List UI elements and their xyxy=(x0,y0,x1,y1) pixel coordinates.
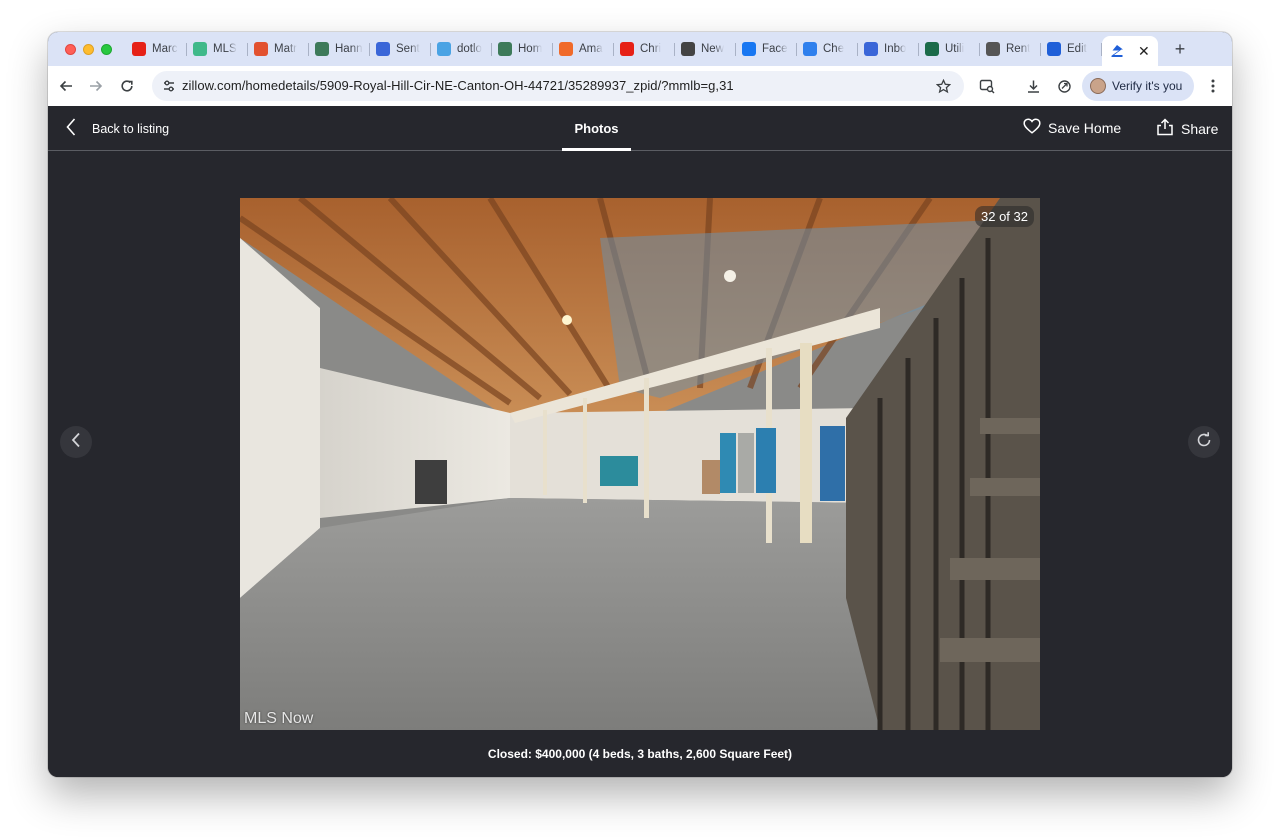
zillow-icon xyxy=(1047,42,1061,56)
tab-active-zillow[interactable]: ✕ xyxy=(1102,36,1158,66)
share-label: Share xyxy=(1181,120,1219,137)
share-button[interactable]: Share xyxy=(1156,118,1218,139)
address-bar[interactable]: zillow.com/homedetails/5909-Royal-Hill-C… xyxy=(152,71,964,101)
photo-viewer: 32 of 32 MLS Now Closed: $400,000 (4 bed… xyxy=(48,152,1232,777)
tab-label: Sent xyxy=(396,43,420,55)
tab-chri[interactable]: Chri xyxy=(614,32,675,66)
rent-icon xyxy=(986,42,1000,56)
tab-label: Hom xyxy=(518,43,543,55)
tab-label: Utili xyxy=(945,43,965,55)
tab-strip: Marc MLS Matr Hann Sent dotlo Hom Ama Chri New Fac… xyxy=(48,32,1232,66)
tab-label: Matr xyxy=(274,43,297,55)
more-menu-icon[interactable] xyxy=(1201,74,1225,98)
avatar xyxy=(1090,78,1106,94)
tab-photos[interactable]: Photos xyxy=(562,106,631,151)
tab-che[interactable]: Che xyxy=(797,32,858,66)
browser-window: Marc MLS Matr Hann Sent dotlo Hom Ama Chri New Fac… xyxy=(48,32,1232,777)
chrome-icon xyxy=(681,42,695,56)
mls-watermark: MLS Now xyxy=(244,710,314,727)
facebook-icon xyxy=(742,42,756,56)
back-to-listing-button[interactable]: Back to listing xyxy=(66,118,169,139)
verify-label: Verify it's you xyxy=(1112,79,1183,93)
tab-hom[interactable]: Hom xyxy=(492,32,553,66)
site-info-icon[interactable] xyxy=(160,77,178,95)
tab-label: Che xyxy=(823,43,845,55)
close-tab-icon[interactable]: ✕ xyxy=(1138,43,1150,60)
heart-icon xyxy=(1023,118,1041,137)
bookmark-star-icon[interactable] xyxy=(934,77,952,95)
tab-label: New xyxy=(701,43,725,55)
maximize-window-button[interactable] xyxy=(101,44,112,55)
tab-rent[interactable]: Rent xyxy=(980,32,1041,66)
tab-sent[interactable]: Sent xyxy=(370,32,431,66)
tab-label: Inbo xyxy=(884,43,907,55)
listing-photo: 32 of 32 MLS Now xyxy=(240,198,1040,730)
tab-label: Ama xyxy=(579,43,603,55)
save-home-button[interactable]: Save Home xyxy=(1023,118,1121,137)
tab-marc[interactable]: Marc xyxy=(126,32,187,66)
share-icon xyxy=(1156,118,1174,139)
replay-icon xyxy=(1195,431,1213,454)
youtube-icon xyxy=(132,42,146,56)
listing-caption: Closed: $400,000 (4 beds, 3 baths, 2,600… xyxy=(487,747,793,761)
save-home-label: Save Home xyxy=(1048,119,1122,136)
sent-icon xyxy=(376,42,390,56)
tab-label: dotlo xyxy=(457,43,482,55)
previous-photo-button[interactable] xyxy=(60,426,92,458)
close-window-button[interactable] xyxy=(65,44,76,55)
hanna-icon xyxy=(315,42,329,56)
tab-label: Rent xyxy=(1006,43,1031,55)
new-tab-button[interactable]: + xyxy=(1170,39,1190,60)
reload-icon[interactable] xyxy=(115,74,139,98)
dotloop-icon xyxy=(437,42,451,56)
tab-label: Edit xyxy=(1067,43,1087,55)
url-text: zillow.com/homedetails/5909-Royal-Hill-C… xyxy=(182,78,734,93)
tab-label: Marc xyxy=(152,43,178,55)
tab-hann[interactable]: Hann xyxy=(309,32,370,66)
docs-icon xyxy=(803,42,817,56)
utility-icon xyxy=(925,42,939,56)
back-to-listing-label: Back to listing xyxy=(92,121,170,136)
tab-matr[interactable]: Matr xyxy=(248,32,309,66)
tab-edit[interactable]: Edit xyxy=(1041,32,1102,66)
verify-profile-button[interactable]: Verify it's you xyxy=(1082,71,1194,101)
forward-arrow-icon[interactable] xyxy=(84,74,108,98)
chevron-left-icon xyxy=(71,432,81,453)
tab-label: Hann xyxy=(335,43,363,55)
tab-utili[interactable]: Utili xyxy=(919,32,980,66)
hom-icon xyxy=(498,42,512,56)
google-lens-icon[interactable] xyxy=(975,74,999,98)
replay-photos-button[interactable] xyxy=(1188,426,1220,458)
tab-new[interactable]: New xyxy=(675,32,736,66)
browser-toolbar: zillow.com/homedetails/5909-Royal-Hill-C… xyxy=(48,66,1232,106)
tab-inbo[interactable]: Inbo xyxy=(858,32,919,66)
inbox-icon xyxy=(864,42,878,56)
zillow-icon xyxy=(1110,44,1124,58)
tab-ama[interactable]: Ama xyxy=(553,32,614,66)
tab-label: Face xyxy=(762,43,788,55)
minimize-window-button[interactable] xyxy=(83,44,94,55)
extensions-icon[interactable] xyxy=(1052,74,1076,98)
matrix-icon xyxy=(254,42,268,56)
photo-counter: 32 of 32 xyxy=(975,206,1034,227)
amazon-icon xyxy=(559,42,573,56)
chevron-left-icon xyxy=(66,118,76,139)
photo-viewer-header: Back to listing Photos Save Home Share xyxy=(48,106,1232,151)
download-icon[interactable] xyxy=(1021,74,1045,98)
tab-label: Chri xyxy=(640,43,662,55)
basement-photo-image xyxy=(240,198,1040,730)
tab-mls[interactable]: MLS xyxy=(187,32,248,66)
tab-dotlo[interactable]: dotlo xyxy=(431,32,492,66)
tab-label: MLS xyxy=(213,43,237,55)
mls-icon xyxy=(193,42,207,56)
back-arrow-icon[interactable] xyxy=(54,74,78,98)
tab-face[interactable]: Face xyxy=(736,32,797,66)
youtube-icon xyxy=(620,42,634,56)
tab-list: Marc MLS Matr Hann Sent dotlo Hom Ama Chri New Fac… xyxy=(126,32,1190,66)
